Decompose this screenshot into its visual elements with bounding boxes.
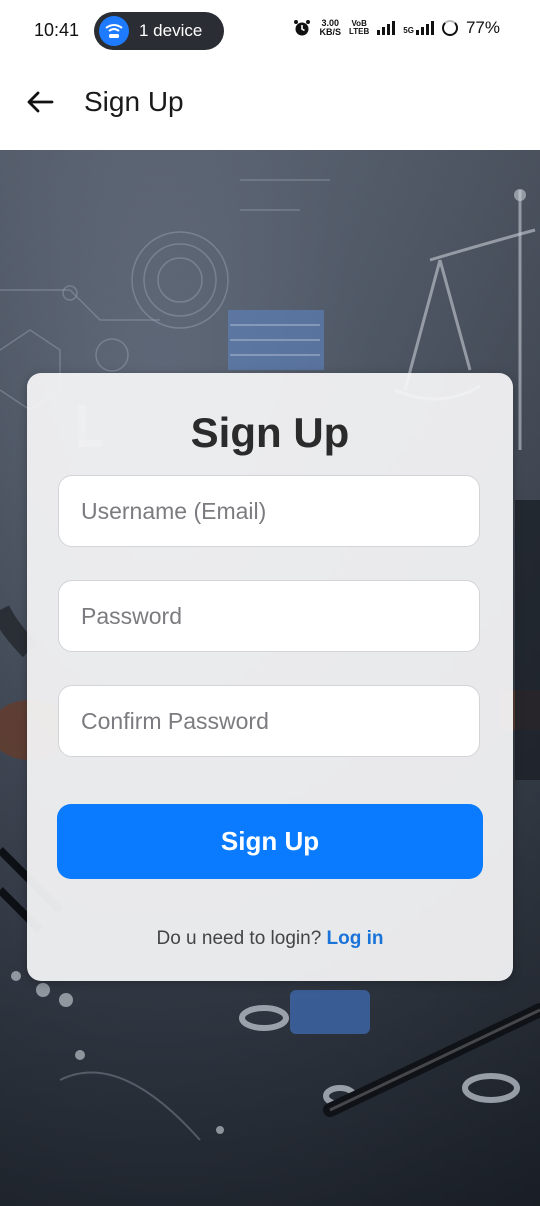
status-time: 10:41 bbox=[34, 20, 80, 40]
network-speed-unit: KB/S bbox=[319, 27, 341, 37]
password-field[interactable] bbox=[58, 580, 480, 652]
volte-bottom-label: LTEB bbox=[349, 27, 370, 36]
form-heading: Sign Up bbox=[190, 409, 350, 456]
username-input[interactable] bbox=[59, 476, 479, 546]
device-count-label: 1 device bbox=[139, 21, 203, 40]
hotspot-device-pill[interactable]: 1 device bbox=[94, 12, 224, 50]
status-bar: 10:41 1 device 3.00 KB/S VoB LTEB 5G 77% bbox=[0, 0, 540, 62]
arrow-left-icon bbox=[27, 91, 54, 113]
login-prompt-row: Do u need to login? Log in bbox=[27, 928, 513, 950]
login-link[interactable]: Log in bbox=[327, 928, 384, 949]
app-bar: Sign Up bbox=[0, 62, 540, 150]
battery-percentage: 77% bbox=[465, 18, 500, 37]
alarm-icon bbox=[294, 20, 311, 36]
volte-indicator: VoB LTEB bbox=[349, 20, 369, 36]
back-button[interactable] bbox=[22, 84, 58, 120]
username-field[interactable] bbox=[58, 475, 480, 547]
password-input[interactable] bbox=[59, 581, 479, 651]
page-title: Sign Up bbox=[84, 86, 184, 117]
sign-up-button[interactable]: Sign Up bbox=[57, 804, 483, 879]
signal-5g-icon: 5G bbox=[403, 21, 434, 35]
status-icons: 3.00 KB/S VoB LTEB 5G 77% bbox=[293, 18, 500, 38]
signal-strength-icon bbox=[377, 21, 396, 35]
five-g-label: 5G bbox=[403, 26, 414, 35]
wifi-hotspot-icon bbox=[99, 16, 129, 46]
signup-card: Sign Up Sign Up Do u need to login? Log … bbox=[27, 373, 513, 981]
battery-icon bbox=[441, 20, 458, 36]
confirm-password-input[interactable] bbox=[59, 686, 479, 756]
network-speed: 3.00 KB/S bbox=[319, 19, 341, 37]
login-prompt-text: Do u need to login? bbox=[156, 928, 322, 949]
confirm-password-field[interactable] bbox=[58, 685, 480, 757]
